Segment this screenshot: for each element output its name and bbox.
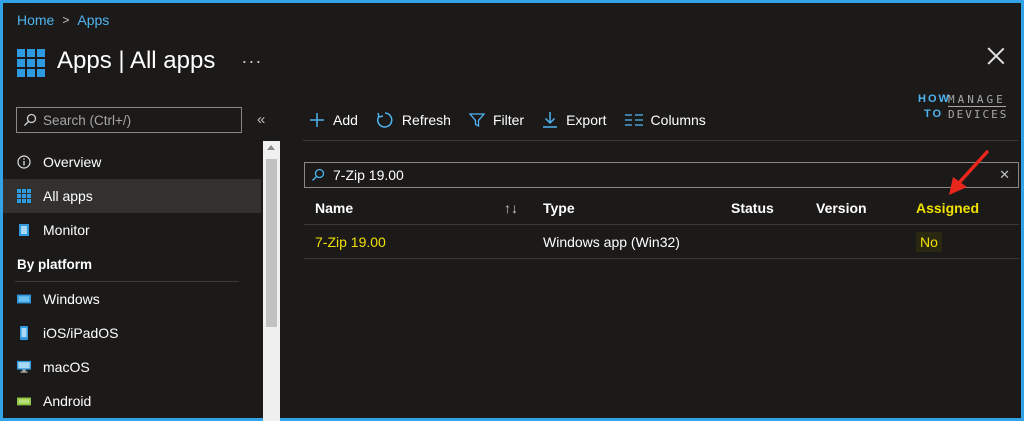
sidebar-item-overview[interactable]: Overview [3, 145, 261, 179]
page-title: Apps | All apps [57, 47, 216, 74]
scroll-up-arrow-icon[interactable] [267, 145, 275, 150]
collapse-sidebar-button[interactable]: « [257, 111, 265, 128]
sidebar-item-label: Android [43, 393, 92, 409]
scrollbar-thumb[interactable] [266, 159, 277, 327]
filter-button[interactable]: Filter [468, 112, 525, 128]
close-icon[interactable] [987, 47, 1005, 65]
column-header-name[interactable]: Name [315, 200, 353, 216]
refresh-button[interactable]: Refresh [376, 111, 451, 129]
sidebar-item-ios[interactable]: iOS/iPadOS [3, 316, 261, 350]
app-type-cell: Windows app (Win32) [543, 233, 680, 250]
download-icon [543, 112, 558, 128]
table-header-row: Name ↑↓ Type Status Version Assigned [304, 191, 1019, 225]
mac-monitor-icon [17, 360, 31, 374]
sidebar-item-label: Windows [43, 291, 100, 307]
android-device-icon [17, 394, 31, 408]
sidebar-item-label: macOS [43, 359, 90, 375]
phone-icon [17, 326, 31, 340]
toolbar: Add Refresh Filter Export Columns [309, 111, 724, 129]
grid-icon [17, 189, 31, 203]
sidebar-item-all-apps[interactable]: All apps [3, 179, 261, 213]
breadcrumb-separator: > [62, 13, 70, 27]
sidebar-item-monitor[interactable]: Monitor [3, 213, 261, 247]
sidebar-item-label: Overview [43, 154, 102, 170]
app-assigned-cell: No [916, 231, 942, 252]
breadcrumb-apps-link[interactable]: Apps [77, 12, 109, 28]
column-header-assigned[interactable]: Assigned [916, 199, 980, 216]
add-label: Add [333, 112, 358, 128]
search-value: 7-Zip 19.00 [333, 167, 404, 183]
columns-button[interactable]: Columns [624, 112, 706, 128]
breadcrumb: Home > Apps [17, 12, 109, 28]
sidebar-search-input[interactable]: Search (Ctrl+/) [16, 107, 242, 133]
sidebar-item-windows[interactable]: Windows [3, 282, 261, 316]
refresh-icon [376, 112, 393, 128]
app-search-input[interactable]: 7-Zip 19.00 ✕ [304, 162, 1019, 188]
column-header-type[interactable]: Type [543, 200, 575, 216]
monitor-book-icon [17, 223, 31, 237]
filter-label: Filter [492, 112, 525, 128]
sidebar-item-macos[interactable]: macOS [3, 350, 261, 384]
sort-icon[interactable]: ↑↓ [504, 200, 518, 216]
sidebar-item-label: All apps [43, 188, 93, 204]
more-options-button[interactable]: ··· [241, 51, 262, 72]
filter-icon [468, 113, 485, 128]
windows-device-icon [17, 292, 31, 306]
breadcrumb-home-link[interactable]: Home [17, 12, 54, 28]
by-platform-heading: By platform [17, 256, 93, 272]
apps-table: Name ↑↓ Type Status Version Assigned 7-Z… [304, 191, 1019, 259]
sidebar-search-placeholder: Search (Ctrl+/) [43, 112, 132, 128]
clear-search-icon[interactable]: ✕ [999, 167, 1010, 183]
info-icon [17, 155, 31, 169]
app-name-link[interactable]: 7-Zip 19.00 [315, 234, 386, 250]
column-header-status[interactable]: Status [731, 200, 774, 216]
refresh-label: Refresh [401, 112, 451, 128]
sidebar-item-label: iOS/iPadOS [43, 325, 119, 341]
plus-icon [310, 113, 324, 127]
apps-grid-icon [17, 49, 45, 77]
table-row[interactable]: 7-Zip 19.00 Windows app (Win32) No [304, 225, 1019, 259]
export-button[interactable]: Export [542, 111, 607, 129]
sidebar-scrollbar[interactable] [263, 141, 280, 421]
search-icon [24, 113, 37, 126]
sidebar-item-android[interactable]: Android [3, 384, 261, 418]
add-button[interactable]: Add [309, 112, 358, 128]
search-icon [312, 168, 325, 181]
columns-label: Columns [650, 112, 706, 128]
sidebar: Search (Ctrl+/) « Overview All apps Moni… [3, 101, 281, 421]
howtomanagedevices-logo: HOW TO MANAGE DEVICES [918, 93, 1009, 121]
columns-icon [624, 114, 643, 126]
page-header: Apps | All apps ··· [17, 45, 262, 77]
sidebar-nav: Overview All apps Monitor By platform Wi… [3, 145, 261, 418]
sidebar-item-label: Monitor [43, 222, 90, 238]
export-label: Export [566, 112, 607, 128]
annotation-arrow-icon [949, 150, 989, 195]
toolbar-divider [303, 140, 1018, 141]
column-header-version[interactable]: Version [816, 200, 867, 216]
